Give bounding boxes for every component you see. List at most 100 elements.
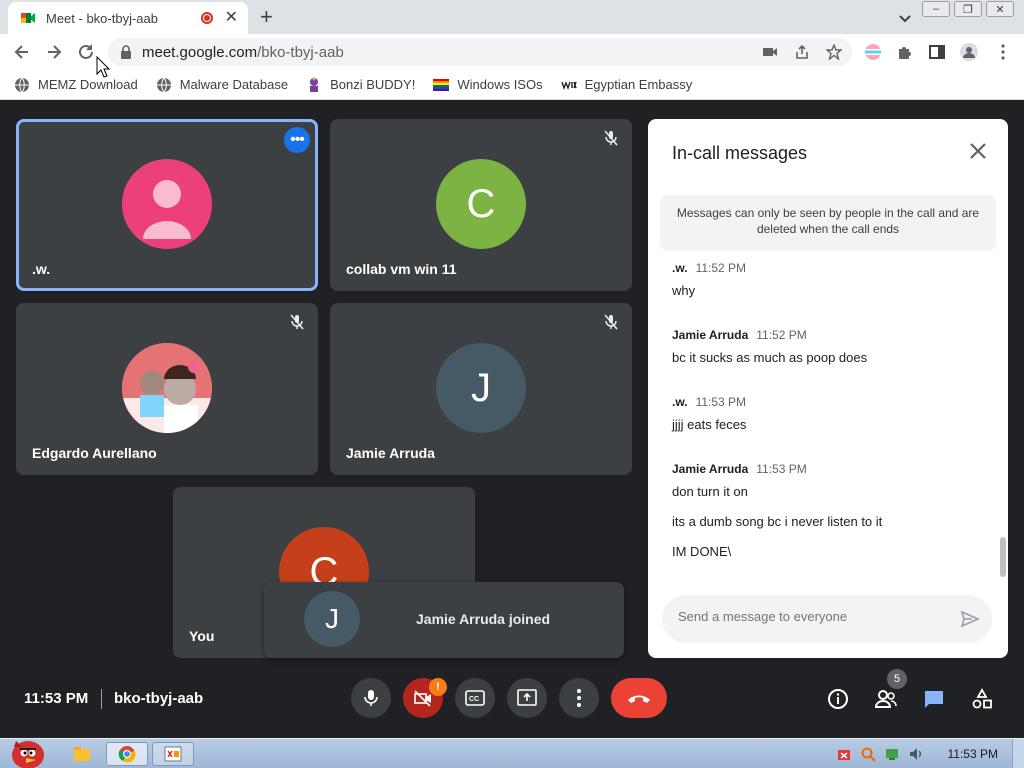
- svg-text:CC: CC: [469, 696, 479, 703]
- leave-call-button[interactable]: [611, 678, 667, 718]
- taskbar-app-button[interactable]: [152, 742, 194, 766]
- message-text: don turn it on: [672, 484, 748, 499]
- bookmark-memz-download[interactable]: MEMZ Download: [14, 77, 138, 93]
- lock-icon: [121, 45, 131, 59]
- participant-name: Jamie Arruda: [346, 445, 435, 461]
- address-bar[interactable]: meet.google.com/bko-tbyj-aab: [108, 38, 852, 66]
- tab-title: Meet - bko-tbyj-aab: [46, 10, 158, 26]
- toast-avatar: J: [304, 591, 360, 647]
- chat-message: Jamie Arruda 11:53 PM don turn it on its …: [672, 460, 982, 559]
- maximize-button[interactable]: ❐: [954, 1, 982, 17]
- microphone-button[interactable]: [351, 678, 391, 718]
- meeting-details-button[interactable]: [825, 686, 851, 712]
- activities-button[interactable]: [969, 686, 995, 712]
- profile-photo-icon: [122, 343, 212, 433]
- tray-volume-icon[interactable]: [908, 746, 924, 762]
- bookmark-label: Egyptian Embassy: [584, 77, 693, 92]
- forward-arrow-icon[interactable]: [44, 42, 64, 62]
- taskbar-chrome-button[interactable]: [106, 742, 148, 766]
- bookmark-malware-database[interactable]: Malware Database: [156, 77, 288, 93]
- app-window-icon: [164, 746, 182, 762]
- extensions-puzzle-icon[interactable]: [896, 43, 914, 61]
- tab-close-button[interactable]: ✕: [225, 10, 238, 26]
- message-text: its a dumb song bc i never listen to it: [672, 514, 883, 529]
- tray-error-icon[interactable]: [836, 746, 852, 762]
- participant-tile-jamie[interactable]: J Jamie Arruda: [330, 303, 632, 475]
- bookmarks-bar: MEMZ Download Malware Database Bonzi BUD…: [0, 70, 1024, 100]
- chat-scrollbar[interactable]: [1000, 537, 1006, 577]
- close-icon[interactable]: [966, 139, 990, 163]
- message-time: 11:52 PM: [695, 261, 747, 275]
- message-time: 11:53 PM: [756, 462, 807, 476]
- muted-mic-icon: [604, 130, 618, 146]
- participant-count-badge: 5: [887, 669, 907, 689]
- bookmark-bonzi-buddy[interactable]: Bonzi BUDDY!: [306, 77, 415, 93]
- close-window-button[interactable]: ✕: [986, 1, 1014, 17]
- avatar-w: [122, 159, 212, 249]
- message-text: IM DONE\: [672, 544, 732, 559]
- bookmark-label: MEMZ Download: [38, 77, 138, 92]
- window-controls: – ❐ ✕: [922, 1, 1014, 17]
- tab-strip: Meet - bko-tbyj-aab ✕ + – ❐ ✕: [0, 0, 1024, 34]
- explorer-folder-icon[interactable]: [68, 742, 96, 766]
- participant-tile-w[interactable]: ••• .w.: [16, 119, 318, 291]
- minimize-button[interactable]: –: [922, 1, 950, 17]
- message-time: 11:52 PM: [756, 328, 807, 342]
- activities-shapes-icon: [972, 688, 992, 709]
- bookmark-star-icon[interactable]: [826, 44, 842, 60]
- browser-tab-meet[interactable]: Meet - bko-tbyj-aab ✕: [8, 2, 248, 34]
- show-desktop-button[interactable]: [1012, 739, 1024, 768]
- call-clock: 11:53 PM: [24, 690, 89, 707]
- closed-captions-icon: CC: [465, 690, 485, 706]
- reload-icon[interactable]: [76, 42, 96, 62]
- profile-avatar-icon[interactable]: [960, 43, 978, 61]
- new-tab-button[interactable]: +: [260, 6, 273, 28]
- tray-network-icon[interactable]: [884, 746, 900, 762]
- send-icon[interactable]: [960, 609, 980, 629]
- in-call-messages-panel: In-call messages Messages can only be se…: [648, 119, 1008, 658]
- camera-in-use-icon[interactable]: [762, 44, 778, 60]
- url-path: /bko-tbyj-aab: [257, 44, 344, 61]
- more-vert-icon: [577, 689, 581, 707]
- browser-toolbar: meet.google.com/bko-tbyj-aab: [0, 34, 1024, 70]
- message-sender: Jamie Arruda: [672, 328, 749, 342]
- participant-name: Edgardo Aurellano: [32, 445, 157, 461]
- present-screen-icon: [517, 689, 537, 706]
- globe-icon: [156, 77, 171, 92]
- url-text: meet.google.com/bko-tbyj-aab: [142, 44, 344, 61]
- recording-indicator-icon: [200, 12, 213, 24]
- more-options-button[interactable]: •••: [284, 127, 310, 153]
- bookmark-windows-isos[interactable]: Windows ISOs: [433, 77, 543, 93]
- share-icon[interactable]: [794, 44, 810, 60]
- participant-name: collab vm win 11: [346, 261, 457, 277]
- tray-search-icon[interactable]: [860, 746, 876, 762]
- captions-button[interactable]: CC: [455, 678, 495, 718]
- wix-icon: [560, 80, 577, 90]
- present-screen-button[interactable]: [507, 678, 547, 718]
- people-button[interactable]: [873, 686, 899, 712]
- tab-search-chevron-icon[interactable]: [896, 9, 914, 27]
- browser-menu-kebab-icon[interactable]: [994, 43, 1012, 61]
- chrome-icon: [118, 746, 136, 763]
- back-arrow-icon[interactable]: [12, 42, 32, 62]
- divider: [101, 689, 102, 709]
- globe-icon: [15, 77, 29, 92]
- message-sender: Jamie Arruda: [672, 462, 749, 476]
- start-button-angry-bird-icon[interactable]: [2, 733, 48, 768]
- participant-tile-collab-vm[interactable]: C collab vm win 11: [330, 119, 632, 291]
- taskbar-clock[interactable]: 11:53 PM: [948, 747, 998, 761]
- bookmark-label: Bonzi BUDDY!: [330, 77, 416, 92]
- google-meet-favicon-icon: [21, 13, 35, 23]
- bookmark-egyptian-embassy[interactable]: Egyptian Embassy: [560, 77, 693, 93]
- message-input[interactable]: [678, 609, 938, 624]
- side-panel-icon[interactable]: [928, 43, 946, 61]
- more-options-button[interactable]: [559, 678, 599, 718]
- message-text: bc it sucks as much as poop does: [672, 350, 868, 365]
- message-text: jjjj eats feces: [672, 417, 747, 432]
- profile-flag-extension-icon[interactable]: [864, 43, 882, 61]
- avatar-photo-edgardo: [122, 343, 212, 433]
- bonzi-icon: [310, 77, 319, 92]
- meet-call-area: ••• .w. C collab vm win 11 Edgardo Aurel…: [0, 101, 1024, 738]
- chat-button[interactable]: [921, 686, 947, 712]
- participant-tile-edgardo[interactable]: Edgardo Aurellano: [16, 303, 318, 475]
